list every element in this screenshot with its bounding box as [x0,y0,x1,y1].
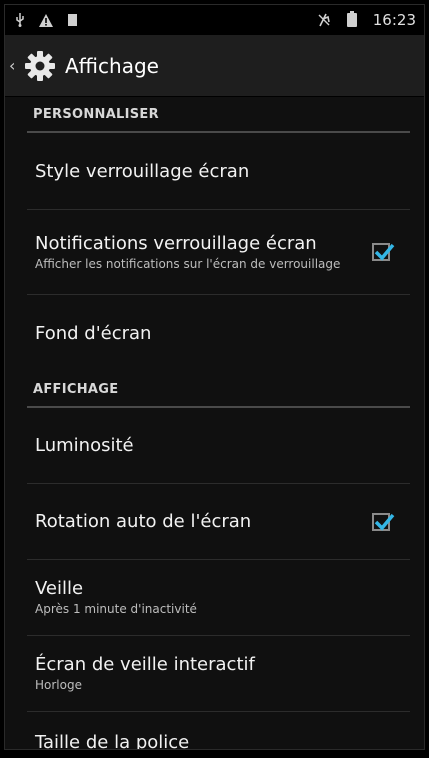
auto-rotate-checkbox[interactable] [372,512,395,531]
notifications-checkbox[interactable] [372,243,395,261]
list-item-brightness[interactable]: Luminosité [27,408,410,484]
list-item-daydream[interactable]: Écran de veille interactif Horloge [27,636,410,712]
up-chevron-icon[interactable]: ‹ [9,56,19,75]
gear-icon[interactable] [23,49,57,83]
list-item-auto-rotate[interactable]: Rotation auto de l'écran [27,484,410,560]
list-item-sleep[interactable]: Veille Après 1 minute d'inactivité [27,560,410,636]
mute-icon [317,13,331,27]
item-title: Notifications verrouillage écran [35,232,317,254]
item-title: Veille [35,578,84,599]
section-header-personnaliser: PERSONNALISER [27,97,410,133]
list-item-font-size[interactable]: Taille de la police [27,712,410,750]
checkmark-icon [374,513,395,531]
item-summary: Horloge [35,678,82,692]
usb-icon [13,13,27,27]
settings-list: PERSONNALISER Style verrouillage écran N… [5,97,424,750]
warning-icon [39,13,53,27]
item-title: Écran de veille interactif [35,654,255,675]
screen: 16:23 ‹ Affichage PERSONNALISER Style ve… [4,4,425,750]
item-title: Taille de la police [35,731,190,750]
list-item-lock-screen-style[interactable]: Style verrouillage écran [27,133,410,210]
list-item-wallpaper[interactable]: Fond d'écran [27,295,410,372]
item-title: Style verrouillage écran [35,160,250,182]
item-title: Fond d'écran [35,323,152,344]
item-title: Luminosité [35,435,134,456]
battery-icon [345,11,359,27]
item-summary: Afficher les notifications sur l'écran d… [35,256,341,271]
notification-square-icon [65,13,79,27]
checkmark-icon [374,243,395,261]
list-item-lock-screen-notifications[interactable]: Notifications verrouillage écran Affiche… [27,210,410,295]
item-summary: Après 1 minute d'inactivité [35,602,197,616]
status-bar: 16:23 [5,5,424,35]
page-title: Affichage [65,53,159,78]
section-header-affichage: AFFICHAGE [27,372,410,408]
status-time: 16:23 [372,11,416,29]
item-title: Rotation auto de l'écran [35,511,252,532]
action-bar: ‹ Affichage [5,35,424,97]
